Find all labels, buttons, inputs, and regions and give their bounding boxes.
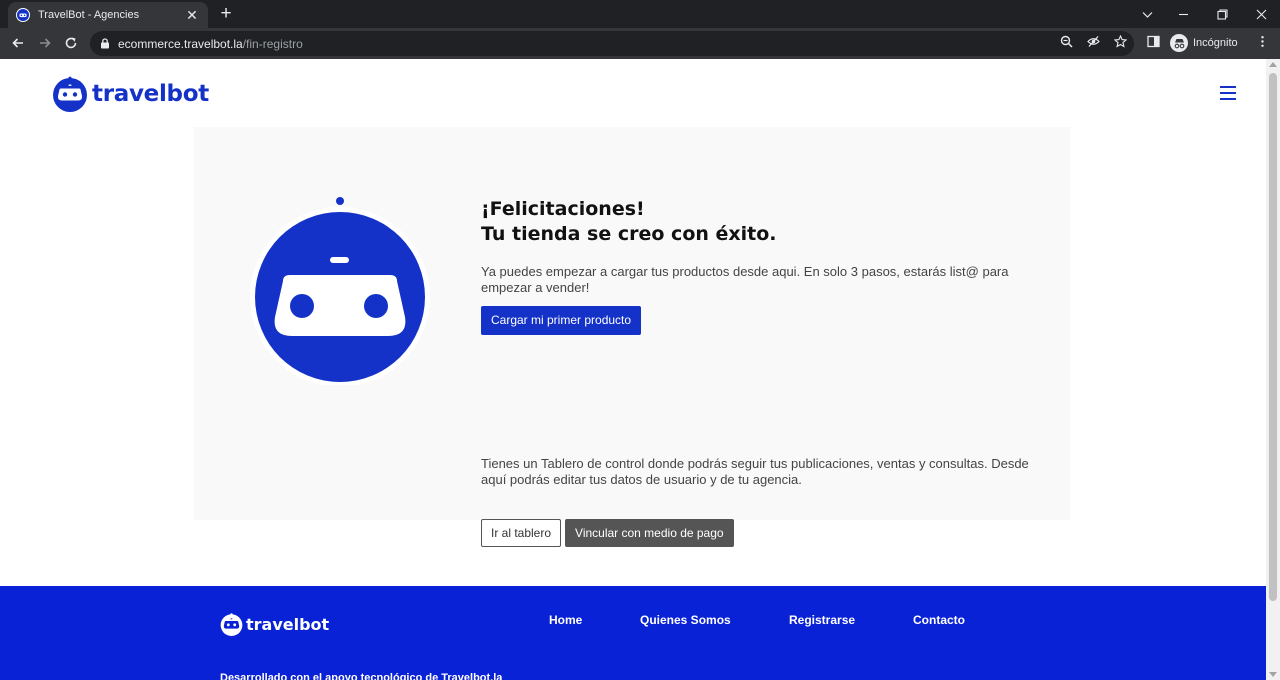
footer-credit: Desarrollado con el apoyo tecnológico de… [220,672,503,680]
reload-icon[interactable] [60,32,82,54]
dashboard-text: Tienes un Tablero de control donde podrá… [481,456,1029,487]
go-to-dashboard-button[interactable]: Ir al tablero [481,519,562,547]
robot-logo-icon [53,76,87,112]
scrollbar-thumb[interactable] [1269,73,1277,601]
upload-first-product-button[interactable]: Cargar mi primer producto [481,306,642,335]
heading-line-2: Tu tienda se creo con éxito. [481,223,777,245]
footer-logo-wordmark: travelbot [246,615,330,634]
page-scrollbar[interactable] [1266,59,1280,680]
logo-wordmark: travelbot [92,81,209,107]
restore-icon[interactable] [1203,0,1241,28]
scroll-down-icon[interactable] [1269,672,1277,677]
back-arrow-icon[interactable] [7,32,29,54]
lock-icon [101,38,109,49]
success-card: ¡Felicitaciones! Tu tienda se creo con é… [194,127,1070,547]
browser-menu-icon[interactable] [1254,33,1270,49]
incognito-icon [1170,34,1188,52]
browser-tab[interactable]: TravelBot - Agencies ✕ [8,2,208,28]
url-host: ecommerce.travelbot.la [118,36,243,51]
tab-close-icon[interactable]: ✕ [184,7,200,23]
footer-link-quienes-somos[interactable]: Quienes Somos [640,613,731,627]
tab-title: TravelBot - Agencies [38,9,140,21]
travelbot-logo[interactable]: travelbot [52,76,209,112]
incognito-indicator[interactable]: Incógnito [1170,32,1238,54]
hamburger-menu-icon[interactable] [1220,86,1236,100]
tracking-blocked-eye-icon[interactable] [1085,33,1101,49]
zoom-icon[interactable] [1058,33,1074,49]
success-heading: ¡Felicitaciones! Tu tienda se creo con é… [481,197,1041,247]
url-path: /fin-registro [242,36,303,51]
success-content: ¡Felicitaciones! Tu tienda se creo con é… [481,197,1041,547]
intro-text: Ya puedes empezar a cargar tus productos… [481,264,1009,295]
url-text: ecommerce.travelbot.la/fin-registro [118,37,303,51]
new-tab-icon[interactable]: + [216,4,236,24]
page-viewport: travelbot ¡Felicitaciones! Tu tienda se … [0,59,1266,680]
footer-link-contacto[interactable]: Contacto [913,613,965,627]
browser-toolbar: ecommerce.travelbot.la/fin-registro Incó… [0,28,1280,59]
address-bar[interactable]: ecommerce.travelbot.la/fin-registro [90,31,1134,56]
site-footer: travelbot Home Quienes Somos Registrarse… [0,586,1266,680]
action-buttons: Ir al tablero Vincular con medio de pago [481,519,734,547]
heading-line-1: ¡Felicitaciones! [481,198,645,220]
footer-logo[interactable]: travelbot [220,613,329,636]
footer-link-registrarse[interactable]: Registrarse [789,613,855,627]
tab-search-chevron-icon[interactable] [1128,0,1166,28]
bookmark-star-icon[interactable] [1112,33,1128,49]
close-window-icon[interactable] [1242,0,1280,28]
travelbot-favicon-icon [16,8,30,22]
footer-link-home[interactable]: Home [549,613,582,627]
forward-arrow-icon[interactable] [34,32,56,54]
link-payment-button[interactable]: Vincular con medio de pago [565,519,734,547]
minimize-icon[interactable] [1164,0,1202,28]
incognito-label: Incógnito [1193,37,1238,49]
side-panel-icon[interactable] [1145,33,1161,49]
browser-tab-bar: TravelBot - Agencies ✕ + [0,0,1280,28]
robot-illustration-icon [250,197,430,385]
scroll-up-icon[interactable] [1269,62,1277,67]
footer-robot-logo-icon [220,613,243,636]
